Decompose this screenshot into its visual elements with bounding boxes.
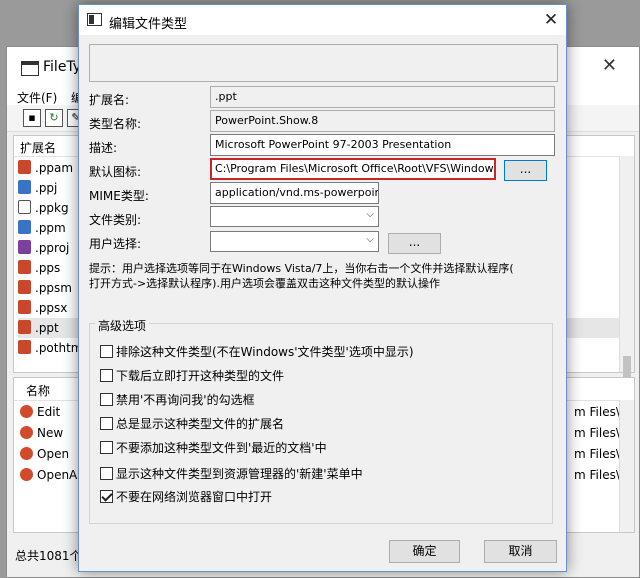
default-icon-path-field[interactable]: C:\Program Files\Microsoft Office\Root\V… [210, 158, 496, 180]
ppt-file-icon [18, 300, 31, 314]
icon-preview-area [89, 44, 558, 82]
option-no-recent-docs[interactable]: 不要添加这种类型文件到'最近的文档'中 [100, 440, 327, 458]
list-item[interactable]: .pothtm [18, 338, 82, 358]
list-item[interactable]: .ppsx [18, 298, 67, 318]
type-name-field[interactable]: PowerPoint.Show.8 [210, 110, 555, 132]
hint-text: 提示：用户选择选项等同于在Windows Vista/7上，当你右击一个文件并选… [89, 262, 514, 290]
refresh-icon[interactable]: ↻ [45, 109, 63, 127]
list-item[interactable]: .ppj [18, 178, 57, 198]
checkbox-checked[interactable] [100, 490, 113, 503]
extension-label: 扩展名: [89, 93, 130, 107]
ok-button[interactable]: 确定 [389, 540, 460, 563]
checkbox[interactable] [100, 467, 113, 480]
powerpoint-icon [20, 426, 33, 439]
type-name-label: 类型名称: [89, 117, 142, 131]
project-file-icon [18, 240, 31, 254]
ppt-file-icon [18, 340, 31, 354]
option-no-browser-open[interactable]: 不要在网络浏览器窗口中打开 [100, 489, 272, 507]
save-icon[interactable]: ▪ [23, 109, 41, 127]
ppt-file-icon [18, 260, 31, 274]
file-category-select[interactable]: ⌵ [210, 206, 379, 227]
list-item[interactable]: Edit [20, 402, 60, 423]
ppj-file-icon [18, 180, 31, 194]
edit-file-type-dialog: 编辑文件类型 ✕ 扩展名: .ppt 类型名称: PowerPoint.Show… [78, 4, 567, 572]
browse-user-choice-button[interactable]: ... [388, 233, 441, 254]
checkbox[interactable] [100, 417, 113, 430]
ppt-file-icon [18, 320, 31, 334]
option-exclude-type[interactable]: 排除这种文件类型(不在Windows'文件类型'选项中显示) [100, 344, 414, 362]
list-item[interactable]: OpenAs [20, 465, 84, 486]
option-disable-dont-ask[interactable]: 禁用'不再询问我'的勾选框 [100, 392, 255, 410]
checkbox[interactable] [100, 441, 113, 454]
powerpoint-icon [20, 405, 33, 418]
close-icon[interactable]: ✕ [602, 55, 617, 76]
list-item[interactable]: .ppsm [18, 278, 72, 298]
cancel-button[interactable]: 取消 [484, 540, 557, 563]
list-item[interactable]: .ppkg [18, 198, 69, 218]
description-field[interactable]: Microsoft PowerPoint 97-2003 Presentatio… [210, 134, 555, 156]
checkbox[interactable] [100, 369, 113, 382]
option-open-after-download[interactable]: 下载后立即打开这种类型的文件 [100, 368, 284, 386]
description-label: 描述: [89, 141, 118, 155]
checkbox[interactable] [100, 393, 113, 406]
vertical-scrollbar[interactable] [619, 156, 634, 396]
app-window-icon [21, 61, 39, 76]
user-choice-select[interactable]: ⌵ [210, 231, 379, 252]
dialog-titlebar: 编辑文件类型 ✕ [79, 5, 566, 35]
advanced-options-title: 高级选项 [95, 317, 150, 334]
default-icon-label: 默认图标: [89, 165, 142, 179]
mime-label: MIME类型: [89, 189, 149, 203]
list-item[interactable]: .ppam [18, 158, 73, 178]
document-icon [18, 200, 31, 214]
list-item[interactable]: .ppm [18, 218, 66, 238]
powerpoint-icon [20, 447, 33, 460]
menu-file[interactable]: 文件(F) [17, 89, 57, 106]
chevron-down-icon: ⌵ [366, 234, 374, 245]
dialog-title: 编辑文件类型 [109, 17, 188, 32]
browse-icon-button[interactable]: ... [504, 160, 547, 181]
ppm-file-icon [18, 220, 31, 234]
mime-field[interactable]: application/vnd.ms-powerpoint [210, 182, 379, 204]
checkbox[interactable] [100, 345, 113, 358]
list-item[interactable]: Open [20, 444, 69, 465]
option-always-show-extension[interactable]: 总是显示这种类型文件的扩展名 [100, 416, 284, 434]
chevron-down-icon: ⌵ [366, 209, 374, 220]
list-item[interactable]: .pps [18, 258, 60, 278]
powerpoint-icon [20, 468, 33, 481]
ppt-file-icon [18, 160, 31, 174]
vertical-scrollbar[interactable] [619, 400, 634, 532]
dialog-window-icon [87, 13, 102, 26]
list-item[interactable]: New [20, 423, 63, 444]
list-item[interactable]: .pproj [18, 238, 69, 258]
file-category-label: 文件类别: [89, 213, 142, 227]
option-show-in-new-menu[interactable]: 显示这种文件类型到资源管理器的'新建'菜单中 [100, 466, 363, 484]
user-choice-label: 用户选择: [89, 237, 142, 251]
ppt-file-icon [18, 280, 31, 294]
extension-field[interactable]: .ppt [210, 86, 555, 108]
status-text: 总共1081个 [15, 549, 82, 563]
close-icon[interactable]: ✕ [536, 5, 566, 35]
